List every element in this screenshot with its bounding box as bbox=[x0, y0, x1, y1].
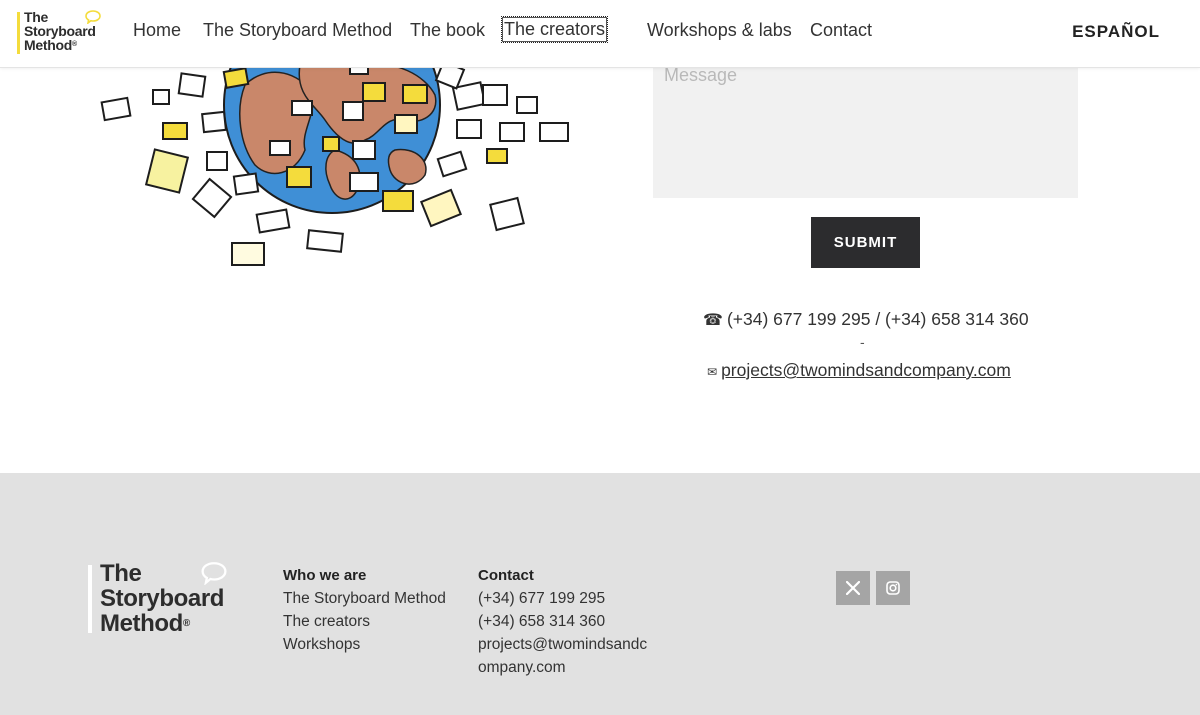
nav-workshops-labs[interactable]: Workshops & labs bbox=[647, 20, 792, 41]
footer-link-storyboard-method[interactable]: The Storyboard Method bbox=[283, 587, 446, 610]
footer-phone-2: (+34) 658 314 360 bbox=[478, 613, 606, 630]
x-twitter-icon bbox=[846, 581, 860, 595]
instagram-icon bbox=[886, 581, 900, 595]
footer-contact: Contact (+34) 677 199 295 (+34) 658 314 … bbox=[478, 564, 658, 679]
phone-icon: ☎ bbox=[703, 312, 723, 329]
logo-line-2: Storyboard bbox=[24, 23, 96, 39]
contact-email: ✉ projects@twomindsandcompany.com bbox=[707, 360, 1011, 381]
footer-logo-accent-bar bbox=[88, 565, 92, 633]
phone-numbers: (+34) 677 199 295 / (+34) 658 314 360 bbox=[726, 309, 1029, 329]
footer-link-workshops[interactable]: Workshops bbox=[283, 633, 446, 656]
site-footer: The Storyboard Method® Who we are The St… bbox=[0, 473, 1200, 715]
x-twitter-button[interactable] bbox=[836, 571, 870, 605]
footer-logo-line-2: Storyboard bbox=[100, 585, 225, 612]
logo-line-3: Method® bbox=[24, 37, 77, 53]
footer-email-link[interactable]: projects@twomindsandc ompany.com bbox=[478, 633, 658, 679]
instagram-button[interactable] bbox=[876, 571, 910, 605]
mail-icon: ✉ bbox=[707, 365, 718, 379]
contact-phones: ☎ (+34) 677 199 295 / (+34) 658 314 360 bbox=[703, 309, 1029, 330]
email-link[interactable]: projects@twomindsandcompany.com bbox=[721, 360, 1011, 380]
footer-phone-1: (+34) 677 199 295 bbox=[478, 590, 606, 607]
site-header: The Storyboard Method® Home The Storyboa… bbox=[0, 0, 1200, 68]
footer-who-heading: Who we are bbox=[283, 567, 367, 584]
site-logo[interactable]: The Storyboard Method® bbox=[17, 10, 103, 55]
nav-book[interactable]: The book bbox=[410, 20, 485, 41]
footer-logo[interactable]: The Storyboard Method® bbox=[88, 561, 238, 636]
nav-contact[interactable]: Contact bbox=[810, 20, 872, 41]
speech-bubble-icon bbox=[201, 562, 227, 585]
globe-storyboard-image bbox=[100, 0, 569, 266]
nav-storyboard-method[interactable]: The Storyboard Method bbox=[203, 20, 392, 41]
contact-separator: - bbox=[860, 334, 865, 350]
footer-link-creators[interactable]: The creators bbox=[283, 610, 446, 633]
language-switch[interactable]: ESPAÑOL bbox=[1072, 22, 1160, 42]
logo-accent-bar bbox=[17, 12, 20, 54]
speech-bubble-icon bbox=[85, 10, 101, 24]
footer-contact-heading: Contact bbox=[478, 567, 534, 584]
message-field[interactable] bbox=[653, 60, 1078, 198]
submit-button[interactable]: SUBMIT bbox=[811, 217, 920, 268]
footer-who-we-are: Who we are The Storyboard Method The cre… bbox=[283, 564, 446, 656]
nav-creators[interactable]: The creators bbox=[500, 16, 609, 43]
globe-illustration bbox=[95, 0, 585, 275]
nav-home[interactable]: Home bbox=[133, 20, 181, 41]
footer-logo-line-3: Method® bbox=[100, 610, 190, 637]
